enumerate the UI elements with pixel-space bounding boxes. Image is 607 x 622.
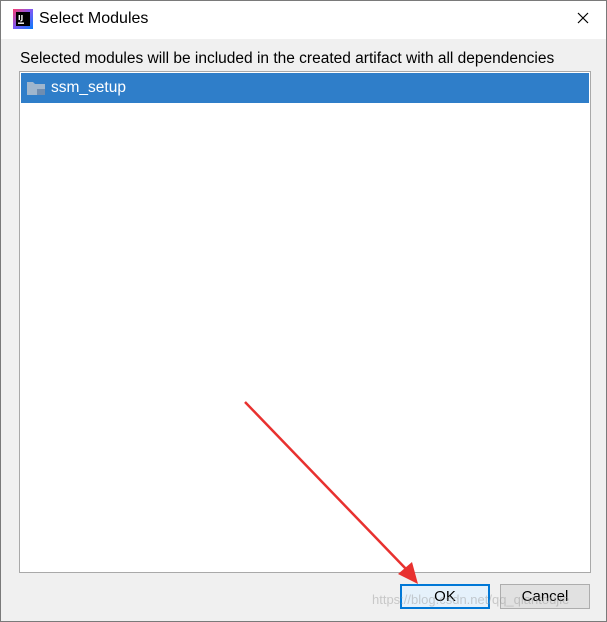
title-bar: IJ Select Modules xyxy=(1,1,606,39)
svg-text:IJ: IJ xyxy=(18,14,23,22)
close-button[interactable] xyxy=(560,1,606,39)
ok-button[interactable]: OK xyxy=(400,584,490,609)
cancel-button[interactable]: Cancel xyxy=(500,584,590,609)
module-folder-icon xyxy=(26,80,46,96)
close-icon xyxy=(577,11,589,29)
select-modules-dialog: IJ Select Modules Selected modules will … xyxy=(0,0,607,622)
dialog-description: Selected modules will be included in the… xyxy=(20,50,555,67)
module-name: ssm_setup xyxy=(51,79,126,96)
dialog-title: Select Modules xyxy=(39,10,149,27)
intellij-idea-icon: IJ xyxy=(13,9,33,29)
module-list-item-ssm-setup[interactable]: ssm_setup xyxy=(21,73,589,103)
module-list[interactable]: ssm_setup xyxy=(19,71,591,573)
